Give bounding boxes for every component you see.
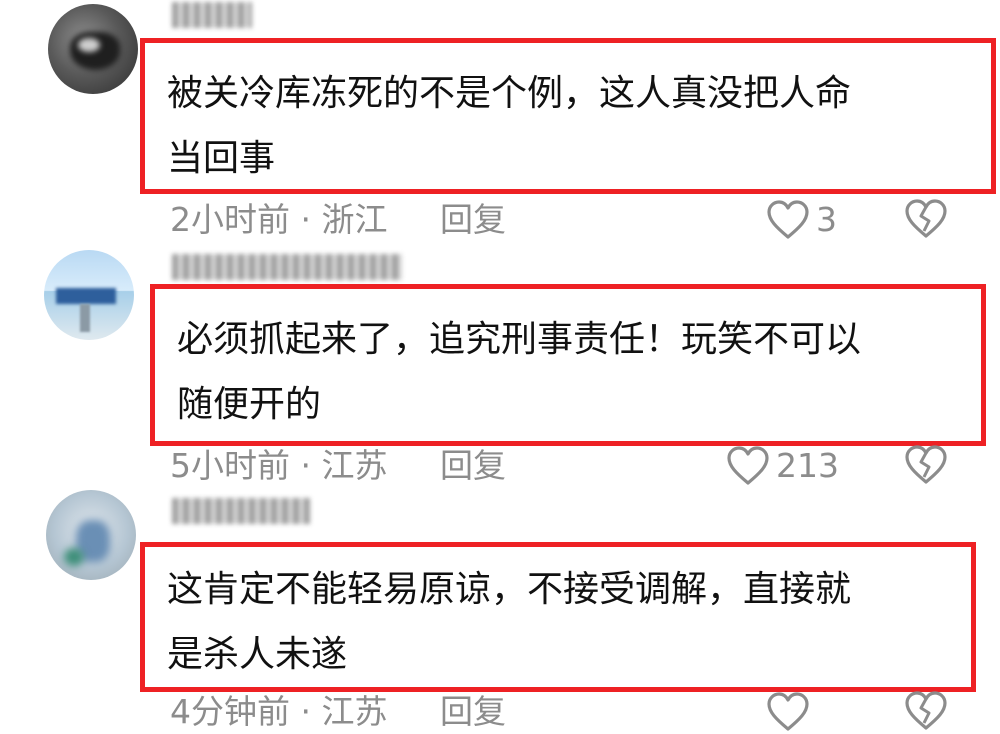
comment-highlight-box: 被关冷库冻死的不是个例，这人真没把人命 当回事: [140, 38, 996, 194]
comment-time: 4分钟前: [170, 692, 290, 731]
like-button[interactable]: 3: [766, 198, 837, 242]
comment-location: 江苏: [321, 692, 388, 731]
avatar[interactable]: [48, 4, 138, 94]
broken-heart-icon: [905, 445, 947, 484]
comment-time: 2小时前: [170, 200, 290, 239]
comment-location: 浙江: [321, 200, 388, 239]
comment-text: 必须抓起来了，追究刑事责任！玩笑不可以 随便开的: [177, 319, 862, 425]
username-blurred[interactable]: [172, 498, 310, 524]
reply-button[interactable]: 回复: [440, 692, 506, 732]
comment-highlight-box: 必须抓起来了，追究刑事责任！玩笑不可以 随便开的: [150, 284, 986, 446]
like-button[interactable]: [766, 690, 816, 734]
comment-text: 被关冷库冻死的不是个例，这人真没把人命 当回事: [167, 73, 852, 179]
username-blurred[interactable]: [172, 2, 252, 28]
meta-separator: ·: [300, 446, 312, 485]
avatar[interactable]: [46, 490, 136, 580]
dislike-button[interactable]: [904, 690, 948, 734]
broken-heart-icon: [905, 691, 947, 730]
meta-separator: ·: [300, 200, 312, 239]
comment-meta: 5小时前 · 江苏: [170, 446, 388, 486]
dislike-button[interactable]: [904, 444, 948, 488]
like-count: 3: [816, 200, 837, 239]
heart-outline-icon: [767, 692, 809, 731]
comment-highlight-box: 这肯定不能轻易原谅，不接受调解，直接就 是杀人未遂: [140, 542, 976, 692]
meta-separator: ·: [300, 692, 312, 731]
reply-button[interactable]: 回复: [440, 446, 506, 486]
heart-outline-icon: [727, 446, 769, 485]
broken-heart-icon: [905, 199, 947, 238]
heart-outline-icon: [767, 200, 809, 239]
like-count: 213: [776, 446, 839, 485]
comment-text: 这肯定不能轻易原谅，不接受调解，直接就 是杀人未遂: [167, 569, 852, 675]
comment-time: 5小时前: [170, 446, 290, 485]
comment-meta: 2小时前 · 浙江: [170, 200, 388, 240]
comment-location: 江苏: [321, 446, 388, 485]
dislike-button[interactable]: [904, 198, 948, 242]
comment-meta: 4分钟前 · 江苏: [170, 692, 388, 732]
comment-list: 被关冷库冻死的不是个例，这人真没把人命 当回事 2小时前 · 浙江 回复 3 必须…: [0, 0, 1000, 734]
like-button[interactable]: 213: [726, 444, 839, 488]
reply-button[interactable]: 回复: [440, 200, 506, 240]
username-blurred[interactable]: [172, 254, 402, 280]
avatar[interactable]: [44, 250, 134, 340]
